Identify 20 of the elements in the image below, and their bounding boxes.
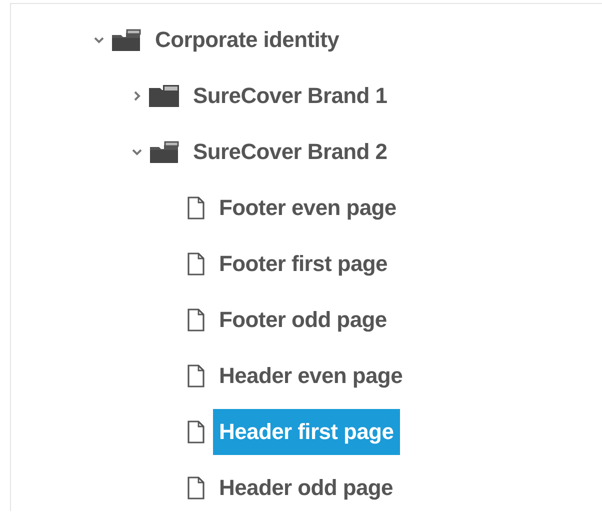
tree-item[interactable]: Header odd page: [213, 465, 399, 511]
chevron-right-icon[interactable]: [132, 91, 142, 101]
folder-icon: [111, 29, 141, 51]
folder-icon: [149, 85, 179, 107]
document-icon: [187, 196, 205, 220]
tree-item[interactable]: SureCover Brand 2: [187, 129, 394, 175]
folder-icon: [149, 141, 179, 163]
document-icon: [187, 476, 205, 500]
tree-item[interactable]: Corporate identity: [149, 17, 346, 63]
chevron-down-icon[interactable]: [94, 35, 104, 45]
tree-item[interactable]: Footer first page: [213, 241, 394, 287]
chevron-down-icon[interactable]: [132, 147, 142, 157]
tree-item[interactable]: Footer odd page: [213, 297, 393, 343]
document-icon: [187, 420, 205, 444]
tree-item[interactable]: SureCover Brand 1: [187, 73, 394, 119]
tree-item[interactable]: Footer even page: [213, 185, 402, 231]
document-icon: [187, 308, 205, 332]
tree-item[interactable]: Header even page: [213, 353, 409, 399]
document-icon: [187, 364, 205, 388]
document-icon: [187, 252, 205, 276]
